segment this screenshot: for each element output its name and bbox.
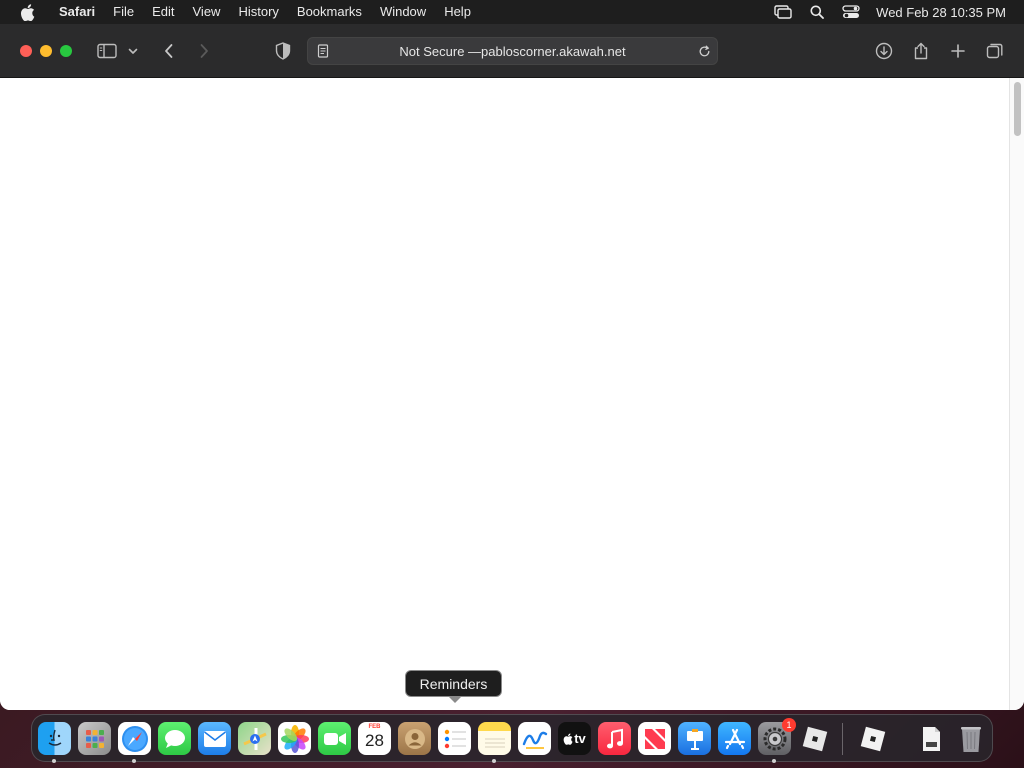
- mail-icon[interactable]: [198, 722, 231, 755]
- calendar-day: 28: [365, 731, 384, 750]
- freeform-icon[interactable]: [518, 722, 551, 755]
- zoom-window-button[interactable]: [60, 45, 72, 57]
- safari-running-indicator: [132, 759, 136, 763]
- control-center-icon[interactable]: [842, 3, 860, 21]
- safari-toolbar: Not Secure — pabloscorner.akawah.net: [0, 24, 1024, 78]
- calendar-month: FEB: [368, 724, 381, 730]
- finder-icon[interactable]: [38, 722, 71, 755]
- trash-icon[interactable]: [954, 722, 987, 755]
- maps-icon[interactable]: [238, 722, 271, 755]
- page-menu-icon[interactable]: [316, 44, 330, 58]
- finder-running-indicator: [52, 759, 56, 763]
- menu-history[interactable]: History: [229, 0, 287, 24]
- close-window-button[interactable]: [20, 45, 32, 57]
- notes-running-indicator: [492, 759, 496, 763]
- menu-view[interactable]: View: [184, 0, 230, 24]
- music-icon[interactable]: [598, 722, 631, 755]
- back-chevron-icon[interactable]: [158, 41, 180, 61]
- downloads-stack-icon[interactable]: [914, 722, 947, 755]
- privacy-shield-icon[interactable]: [272, 41, 294, 61]
- menu-safari[interactable]: Safari: [50, 0, 104, 24]
- calendar-icon[interactable]: FEB 28: [358, 722, 391, 755]
- menu-file[interactable]: File: [104, 0, 143, 24]
- menu-help[interactable]: Help: [435, 0, 480, 24]
- launchpad-icon[interactable]: [78, 722, 111, 755]
- reload-icon[interactable]: [697, 44, 711, 58]
- messages-icon[interactable]: [158, 722, 191, 755]
- apple-tv-label: tv: [574, 731, 586, 746]
- address-bar[interactable]: Not Secure — pabloscorner.akawah.net: [307, 37, 718, 65]
- news-icon[interactable]: [638, 722, 671, 755]
- keynote-icon[interactable]: [678, 722, 711, 755]
- roblox-studio-icon[interactable]: [856, 722, 889, 755]
- url-domain: pabloscorner.akawah.net: [481, 43, 626, 59]
- vertical-scrollbar[interactable]: [1009, 78, 1024, 710]
- reminders-icon[interactable]: [438, 722, 471, 755]
- menu-window[interactable]: Window: [371, 0, 435, 24]
- share-icon[interactable]: [910, 41, 932, 61]
- dock: FEB 28 tv 1: [31, 714, 993, 763]
- contacts-icon[interactable]: [398, 722, 431, 755]
- dock-tooltip: Reminders: [405, 670, 502, 703]
- minimize-window-button[interactable]: [40, 45, 52, 57]
- menu-bookmarks[interactable]: Bookmarks: [288, 0, 371, 24]
- safari-window: Not Secure — pabloscorner.akawah.net: [0, 24, 1024, 710]
- new-tab-plus-icon[interactable]: [947, 41, 969, 61]
- settings-notification-badge: 1: [782, 718, 796, 732]
- menu-bar-clock[interactable]: Wed Feb 28 10:35 PM: [876, 5, 1006, 20]
- app-store-icon[interactable]: [718, 722, 751, 755]
- screen-mirroring-icon[interactable]: [774, 3, 792, 21]
- menu-bar: Safari File Edit View History Bookmarks …: [0, 0, 1024, 24]
- downloads-icon[interactable]: [873, 41, 895, 61]
- scrollbar-thumb[interactable]: [1014, 82, 1021, 136]
- tab-group-chevron-icon[interactable]: [126, 41, 140, 61]
- sidebar-toggle-icon[interactable]: [96, 41, 118, 61]
- photos-icon[interactable]: [278, 722, 311, 755]
- security-label: Not Secure —: [399, 43, 482, 59]
- apple-menu-icon[interactable]: [18, 3, 36, 21]
- tab-overview-icon[interactable]: [984, 41, 1006, 61]
- notes-icon[interactable]: [478, 722, 511, 755]
- menu-edit[interactable]: Edit: [143, 0, 183, 24]
- facetime-icon[interactable]: [318, 722, 351, 755]
- safari-icon[interactable]: [118, 722, 151, 755]
- roblox-icon[interactable]: [798, 722, 831, 755]
- forward-chevron-icon[interactable]: [193, 41, 215, 61]
- apple-tv-icon[interactable]: tv: [558, 722, 591, 755]
- dock-separator: [842, 723, 843, 755]
- settings-running-indicator: [772, 759, 776, 763]
- web-page-content[interactable]: [0, 78, 1024, 710]
- spotlight-search-icon[interactable]: [808, 3, 826, 21]
